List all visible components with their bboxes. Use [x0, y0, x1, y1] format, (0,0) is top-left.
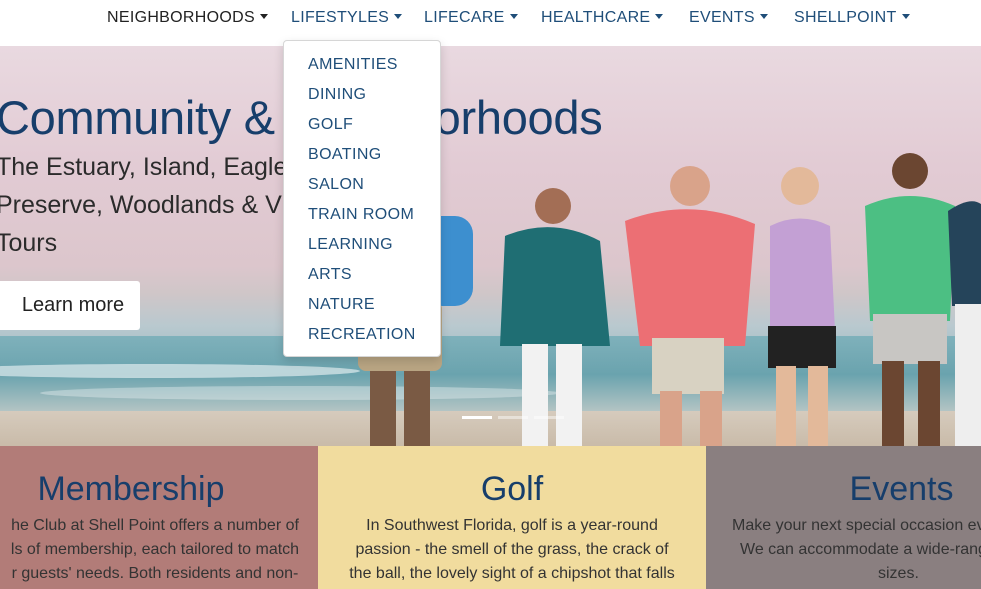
dropdown-item-recreation[interactable]: RECREATION — [308, 326, 416, 344]
hero-subtitle-line: Tours — [0, 229, 58, 257]
caret-down-icon — [759, 14, 768, 19]
card-line: sizes. — [878, 565, 919, 582]
nav-label: NEIGHBORHOODS — [107, 9, 255, 26]
caret-down-icon — [394, 14, 403, 19]
dropdown-item-salon[interactable]: SALON — [308, 176, 364, 194]
card-title: Membership — [37, 470, 225, 508]
nav-healthcare[interactable]: HEALTHCARE — [541, 9, 664, 27]
dropdown-item-boating[interactable]: BOATING — [308, 146, 382, 164]
card-line: passion - the smell of the grass, the cr… — [355, 541, 669, 558]
card-description: Make your next special occasion ev We ca… — [732, 514, 981, 586]
nav-events[interactable]: EVENTS — [689, 9, 768, 27]
dropdown-item-arts[interactable]: ARTS — [308, 266, 352, 284]
nav-lifestyles[interactable]: LIFESTYLES — [291, 9, 403, 27]
card-title: Golf — [480, 470, 544, 508]
carousel-indicator[interactable] — [462, 416, 492, 419]
lifestyles-dropdown-menu: AMENITIES DINING GOLF BOATING SALON TRAI… — [283, 40, 441, 357]
events-card[interactable]: Events Make your next special occasion e… — [706, 446, 981, 589]
hero-subtitle-line: The Estuary, Island, Eagles — [0, 153, 300, 181]
dropdown-item-golf[interactable]: GOLF — [308, 116, 353, 134]
hero-carousel: Community & Neighborhoods The Estuary, I… — [0, 46, 981, 446]
card-line: the ball, the lovely sight of a chipshot… — [349, 565, 675, 582]
dropdown-item-learning[interactable]: LEARNING — [308, 236, 393, 254]
dropdown-item-train-room[interactable]: TRAIN ROOM — [308, 206, 414, 224]
card-line: Make your next special occasion ev — [732, 517, 981, 534]
caret-down-icon — [259, 14, 268, 19]
carousel-indicator[interactable] — [534, 416, 564, 419]
card-title: Events — [849, 470, 954, 508]
card-line: ls of membership, each tailored to match — [10, 541, 300, 558]
nav-neighborhoods[interactable]: NEIGHBORHOODS — [107, 9, 268, 27]
caret-down-icon — [901, 14, 910, 19]
membership-card[interactable]: Membership he Club at Shell Point offers… — [0, 446, 318, 589]
nav-label: EVENTS — [689, 9, 755, 26]
caret-down-icon — [509, 14, 518, 19]
card-line: r guests' needs. Both residents and non- — [11, 565, 299, 582]
card-line: In Southwest Florida, golf is a year-rou… — [366, 517, 658, 534]
carousel-indicator[interactable] — [498, 416, 528, 419]
dropdown-item-nature[interactable]: NATURE — [308, 296, 375, 314]
golf-card[interactable]: Golf In Southwest Florida, golf is a yea… — [318, 446, 706, 589]
hero-subtitle-line: Preserve, Woodlands & Vi — [0, 191, 287, 219]
nav-label: HEALTHCARE — [541, 9, 651, 26]
nav-label: SHELLPOINT — [794, 9, 897, 26]
caret-down-icon — [655, 14, 664, 19]
top-navigation: NEIGHBORHOODS LIFESTYLES LIFECARE HEALTH… — [0, 0, 981, 46]
nav-label: LIFECARE — [424, 9, 505, 26]
learn-more-button[interactable]: Learn more — [0, 281, 140, 330]
card-line: he Club at Shell Point offers a number o… — [11, 517, 299, 534]
nav-lifecare[interactable]: LIFECARE — [424, 9, 518, 27]
nav-label: LIFESTYLES — [291, 9, 390, 26]
card-description: In Southwest Florida, golf is a year-rou… — [318, 514, 706, 586]
card-line: We can accommodate a wide-rang — [740, 541, 981, 558]
dropdown-item-dining[interactable]: DINING — [308, 86, 366, 104]
card-description: he Club at Shell Point offers a number o… — [0, 514, 318, 586]
dropdown-item-amenities[interactable]: AMENITIES — [308, 56, 398, 74]
nav-shellpoint[interactable]: SHELLPOINT — [794, 9, 910, 27]
